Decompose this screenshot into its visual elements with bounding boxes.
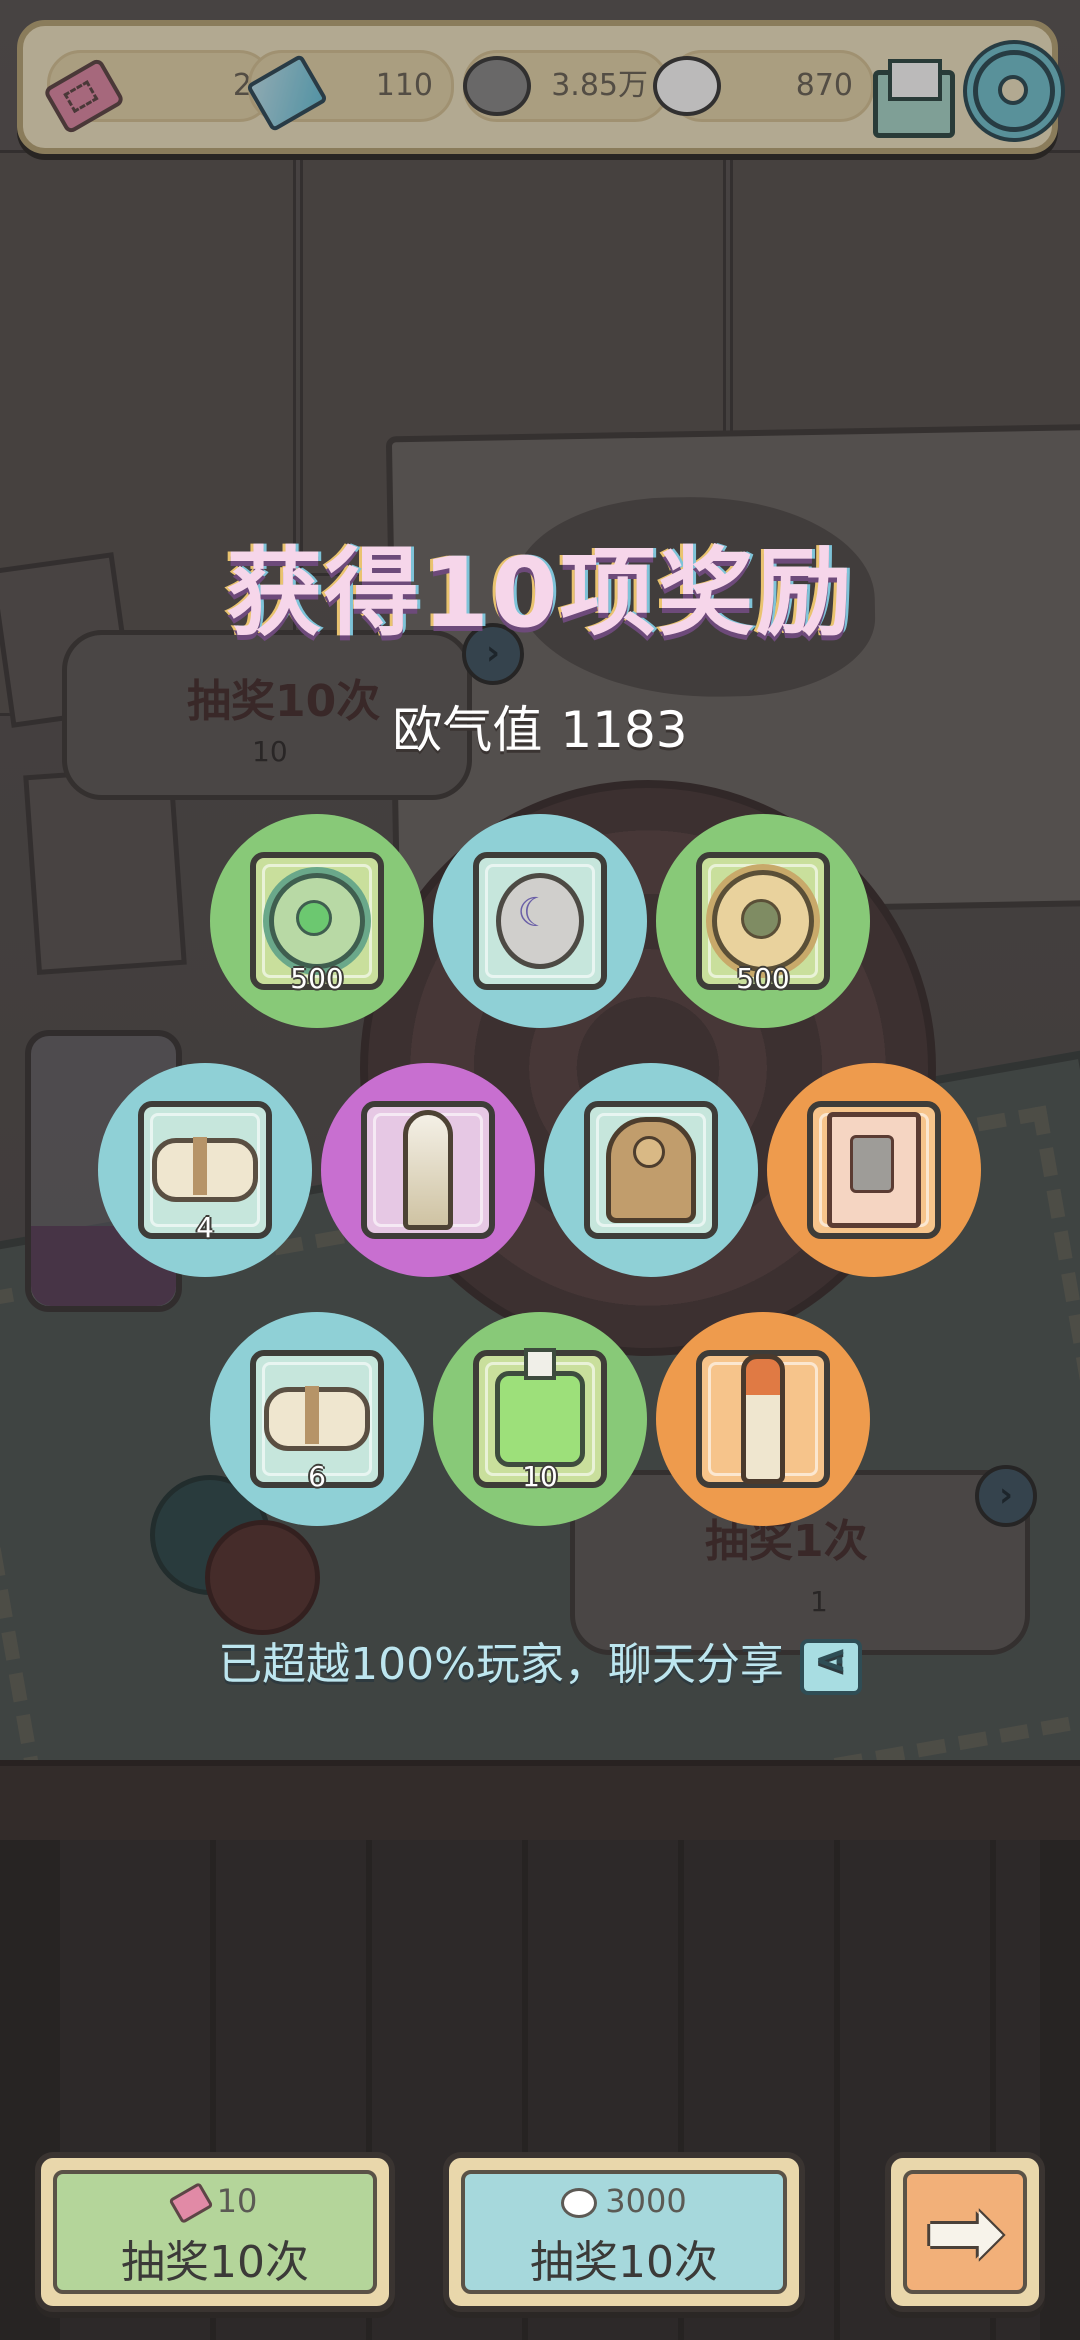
reward-qty: 6 <box>308 1460 326 1493</box>
white-bubble-icon <box>561 2188 598 2218</box>
reward-item[interactable] <box>321 1063 535 1277</box>
reward-card <box>473 852 607 990</box>
potion-icon <box>495 1348 585 1467</box>
amulet-icon <box>496 873 584 969</box>
reward-qty: 500 <box>290 962 344 995</box>
luck-value-line: 欧气值 1183 <box>0 690 1080 762</box>
reward-qty: 10 <box>522 1460 558 1493</box>
luck-value: 1183 <box>560 701 688 759</box>
button-cost: 10 <box>41 2181 389 2225</box>
reward-item[interactable]: 6 <box>210 1312 424 1526</box>
reward-qty: 500 <box>736 962 790 995</box>
sun-medallion-icon <box>712 870 814 972</box>
button-label: 抽奖10次 <box>121 2237 309 2288</box>
reward-item[interactable] <box>433 814 647 1028</box>
virus-icon <box>269 873 365 969</box>
share-prompt[interactable]: 已超越100%玩家，聊天分享 <box>0 1628 1080 1695</box>
horn-icon <box>403 1110 453 1230</box>
button-cost: 3000 <box>449 2182 799 2220</box>
torch-icon <box>741 1354 785 1484</box>
reward-item[interactable] <box>656 1312 870 1526</box>
share-icon[interactable] <box>799 1637 862 1695</box>
reward-item[interactable]: 500 <box>210 814 424 1028</box>
draw-ten-bubble-button[interactable]: 3000 抽奖10次 <box>443 2152 805 2312</box>
share-text: 已超越100%玩家，聊天分享 <box>218 1639 784 1690</box>
reward-item[interactable]: 4 <box>98 1063 312 1277</box>
reward-item[interactable]: 10 <box>433 1312 647 1526</box>
luck-label: 欧气值 <box>392 701 543 759</box>
statue-icon <box>606 1117 696 1223</box>
portrait-book-icon <box>827 1112 921 1228</box>
next-button[interactable]: ➡ <box>885 2152 1045 2312</box>
arrow-right-icon: ➡ <box>924 2176 1006 2288</box>
scroll-icon <box>152 1137 258 1202</box>
reward-item[interactable]: 500 <box>656 814 870 1028</box>
button-label: 抽奖10次 <box>530 2237 718 2288</box>
reward-card <box>361 1101 495 1239</box>
draw-ten-ticket-button[interactable]: 10 抽奖10次 <box>35 2152 395 2312</box>
reward-card <box>696 1350 830 1488</box>
reward-qty: 4 <box>196 1211 214 1244</box>
ticket-icon <box>168 2181 214 2225</box>
scroll-icon <box>264 1386 370 1451</box>
reward-card <box>584 1101 718 1239</box>
reward-item[interactable] <box>767 1063 981 1277</box>
reward-title: 获得10项奖励 <box>226 537 854 649</box>
reward-card <box>807 1101 941 1239</box>
reward-item[interactable] <box>544 1063 758 1277</box>
